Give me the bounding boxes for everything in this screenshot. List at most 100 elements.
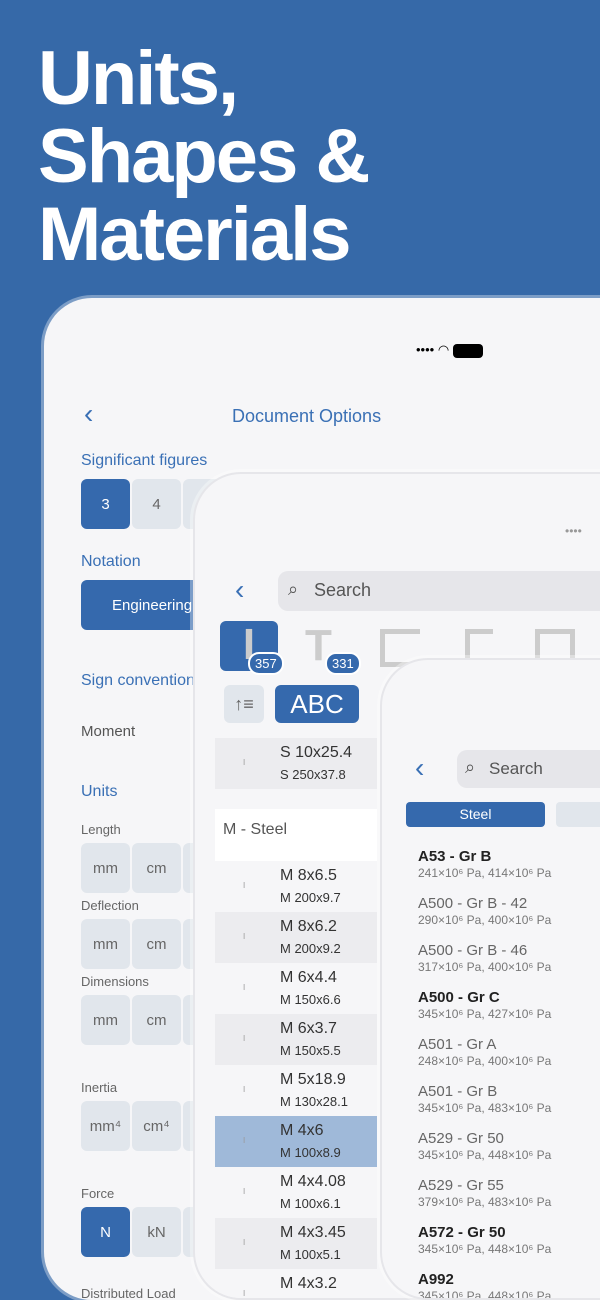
i-beam-icon: I — [243, 932, 246, 941]
material-item[interactable]: A992 345×10⁶ Pa, 448×10⁶ Pa — [418, 1271, 551, 1298]
wifi-icon: ◠ — [437, 342, 450, 357]
material-item[interactable]: A500 - Gr B - 46 317×10⁶ Pa, 400×10⁶ Pa — [418, 942, 551, 974]
sig-option[interactable]: 3 — [81, 479, 130, 529]
dimensions-option[interactable]: mm — [81, 995, 130, 1045]
shape-row[interactable]: I M 4x6 M 100x8.9 — [215, 1116, 377, 1167]
shape-metric: S 250x37.8 — [280, 767, 346, 782]
deflection-label: Deflection — [81, 898, 139, 913]
moment-label: Moment — [81, 723, 136, 740]
back-button[interactable]: ‹ — [84, 398, 93, 430]
material-item[interactable]: A529 - Gr 50 345×10⁶ Pa, 448×10⁶ Pa — [418, 1130, 551, 1162]
search-icon: ⌕ — [465, 757, 476, 777]
force-option[interactable]: kN — [132, 1207, 181, 1257]
search-placeholder: Search — [314, 580, 372, 600]
material-name: A501 - Gr A — [418, 1036, 497, 1053]
shape-metric: M 150x6.6 — [280, 992, 341, 1007]
material-item[interactable]: A572 - Gr 50 345×10⁶ Pa, 448×10⁶ Pa — [418, 1224, 551, 1256]
deflection-option[interactable]: cm — [132, 919, 181, 969]
search-input[interactable]: ⌕ Search — [278, 571, 600, 611]
section-header: M - Steel — [215, 809, 377, 861]
shape-metric: M 100x8.9 — [280, 1145, 341, 1160]
tab-other[interactable] — [556, 802, 600, 827]
dimensions-label: Dimensions — [81, 974, 149, 989]
i-beam-icon: I — [243, 1238, 246, 1247]
shape-metric: M 150x5.5 — [280, 1043, 341, 1058]
i-beam-icon: I — [243, 1187, 246, 1196]
status-dots: •••• — [565, 524, 582, 538]
shape-metric: M 130x28.1 — [280, 1094, 348, 1109]
deflection-option[interactable]: mm — [81, 919, 130, 969]
abc-sort-button[interactable]: ABC — [275, 685, 359, 723]
length-option[interactable]: mm — [81, 843, 130, 893]
shape-metric: M 200x9.7 — [280, 890, 341, 905]
units-label: Units — [81, 783, 118, 800]
materials-screen: ‹ ⌕ Search Steel A53 - Gr B 241×10⁶ Pa, 41… — [380, 658, 600, 1300]
sort-button[interactable]: ↑≡ — [224, 685, 264, 723]
material-strengths: 317×10⁶ Pa, 400×10⁶ Pa — [418, 960, 552, 974]
material-strengths: 290×10⁶ Pa, 400×10⁶ Pa — [418, 913, 552, 927]
headline-line: Units, — [38, 36, 239, 121]
shape-row[interactable]: I M 8x6.5 M 200x9.7 — [215, 861, 377, 912]
force-option[interactable]: N — [81, 1207, 130, 1257]
material-strengths: 248×10⁶ Pa, 400×10⁶ Pa — [418, 1054, 552, 1068]
shape-row[interactable]: I S 10x25.4 S 250x37.8 — [215, 738, 377, 789]
material-name: A500 - Gr B - 46 — [418, 942, 528, 959]
inertia-option[interactable]: mm⁴ — [81, 1101, 130, 1151]
sign-convention-label: Sign convention — [81, 672, 195, 689]
shape-row[interactable]: I M 8x6.2 M 200x9.2 — [215, 912, 377, 963]
sig-option[interactable]: 4 — [132, 479, 181, 529]
material-item[interactable]: A529 - Gr 55 379×10⁶ Pa, 483×10⁶ Pa — [418, 1177, 551, 1209]
headline: Units, Shapes & Materials — [38, 36, 370, 277]
material-strengths: 379×10⁶ Pa, 483×10⁶ Pa — [418, 1195, 552, 1209]
material-name: A529 - Gr 55 — [418, 1177, 504, 1194]
shape-imperial: M 8x6.2 — [280, 918, 337, 935]
i-beam-icon: I — [243, 881, 246, 890]
material-name: A501 - Gr B — [418, 1083, 498, 1100]
material-item[interactable]: A53 - Gr B 241×10⁶ Pa, 414×10⁶ Pa — [418, 848, 551, 880]
sig-figs-label: Significant figures — [81, 452, 208, 469]
headline-line: Materials — [38, 192, 352, 277]
material-item[interactable]: A500 - Gr C 345×10⁶ Pa, 427×10⁶ Pa — [418, 989, 551, 1021]
i-beam-icon: I — [243, 1136, 246, 1145]
shape-count-badge: 331 — [325, 652, 361, 675]
shape-imperial: M 4x3.45 — [280, 1224, 346, 1241]
shape-imperial: M 4x4.08 — [280, 1173, 346, 1190]
material-strengths: 345×10⁶ Pa, 427×10⁶ Pa — [418, 1007, 552, 1021]
tab-steel[interactable]: Steel — [406, 802, 545, 827]
material-item[interactable]: A501 - Gr A 248×10⁶ Pa, 400×10⁶ Pa — [418, 1036, 551, 1068]
shape-row[interactable]: I M 6x4.4 M 150x6.6 — [215, 963, 377, 1014]
shape-row[interactable]: I M 5x18.9 M 130x28.1 — [215, 1065, 377, 1116]
search-placeholder: Search — [489, 759, 543, 778]
length-label: Length — [81, 822, 121, 837]
i-beam-icon: I — [243, 983, 246, 992]
i-beam-icon: I — [243, 758, 246, 767]
battery-icon — [452, 343, 483, 358]
shape-count-badge: 357 — [248, 652, 284, 675]
distributed-load-label: Distributed Load — [81, 1286, 176, 1300]
inertia-label: Inertia — [81, 1080, 118, 1095]
shape-row[interactable]: I M 4x3.45 M 100x5.1 — [215, 1218, 377, 1269]
shape-row[interactable]: IM 4x3.2M 100x4.8 — [215, 1269, 377, 1298]
material-item[interactable]: A501 - Gr B 345×10⁶ Pa, 483×10⁶ Pa — [418, 1083, 551, 1115]
i-beam-icon: I — [243, 1289, 246, 1298]
shape-imperial: M 4x6 — [280, 1122, 324, 1139]
notation-label: Notation — [81, 553, 141, 570]
back-button[interactable]: ‹ — [235, 574, 244, 606]
search-input[interactable]: ⌕ Search — [457, 750, 600, 788]
shape-metric: M 100x5.1 — [280, 1247, 341, 1262]
back-button[interactable]: ‹ — [415, 752, 424, 784]
shape-row[interactable]: I M 6x3.7 M 150x5.5 — [215, 1014, 377, 1065]
shape-imperial: M 8x6.5 — [280, 867, 337, 884]
shape-row[interactable]: I M 4x4.08 M 100x6.1 — [215, 1167, 377, 1218]
length-option[interactable]: cm — [132, 843, 181, 893]
shape-imperial: M 6x3.7 — [280, 1020, 337, 1037]
material-item[interactable]: A500 - Gr B - 42 290×10⁶ Pa, 400×10⁶ Pa — [418, 895, 551, 927]
shape-imperial: S 10x25.4 — [280, 744, 353, 761]
material-name: A500 - Gr C — [418, 989, 500, 1006]
inertia-option[interactable]: cm⁴ — [132, 1101, 181, 1151]
status-icons: •••• ◠ — [416, 342, 483, 358]
dimensions-option[interactable]: cm — [132, 995, 181, 1045]
page-title: Document Options — [232, 406, 382, 426]
i-beam-icon: I — [243, 1085, 246, 1094]
shape-metric: M 100x6.1 — [280, 1196, 341, 1211]
